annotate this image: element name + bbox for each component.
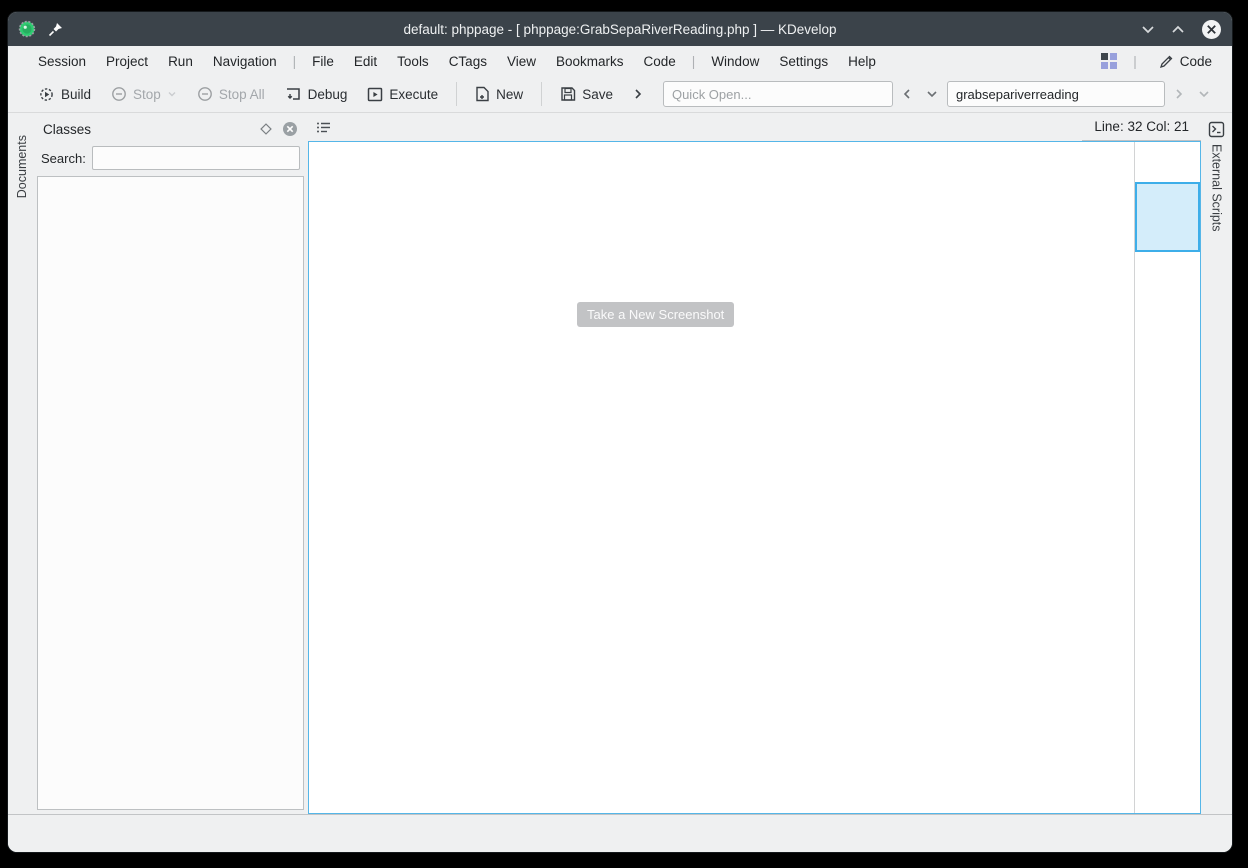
menu-items: SessionProjectRunNavigation|FileEditTool… [28, 50, 886, 73]
save-icon [560, 86, 576, 102]
search-input[interactable] [947, 81, 1165, 107]
chevron-down-icon [167, 91, 177, 98]
chevron-right-icon [633, 88, 643, 100]
quick-open-input[interactable] [663, 81, 893, 107]
toolbar-separator [456, 82, 457, 106]
menu-edit[interactable]: Edit [344, 50, 387, 73]
right-toolview-strip: External Scripts [1201, 113, 1232, 814]
kdevelop-window: default: phppage - [ phppage:GrabSepaRiv… [8, 12, 1232, 852]
search-options-left-button[interactable] [921, 86, 943, 102]
menu-session[interactable]: Session [28, 50, 96, 73]
external-scripts-icon[interactable] [1208, 121, 1225, 138]
kdevelop-logo-icon [18, 20, 36, 38]
classes-panel: Classes Search: [35, 113, 308, 814]
pencil-icon [1159, 54, 1174, 69]
area-code-label: Code [1180, 54, 1212, 69]
stop-icon [197, 86, 213, 102]
stop-all-button[interactable]: Stop All [189, 81, 273, 107]
toolbar-label: Debug [308, 87, 348, 102]
sidebar-tab-documents[interactable]: Documents [13, 127, 31, 206]
overflow-button[interactable] [625, 83, 651, 105]
menu-view[interactable]: View [497, 50, 546, 73]
stop-icon [111, 86, 127, 102]
titlebar[interactable]: default: phppage - [ phppage:GrabSepaRiv… [8, 12, 1232, 46]
search-next-button[interactable] [1169, 84, 1189, 104]
build-button[interactable]: Build [30, 81, 99, 108]
menu-ctags[interactable]: CTags [439, 50, 497, 73]
minimize-button[interactable] [1141, 25, 1155, 34]
toolbar-label: New [496, 87, 523, 102]
window-title: default: phppage - [ phppage:GrabSepaRiv… [238, 22, 1002, 37]
menubar-separator: | [287, 54, 303, 69]
toolbar-label: Stop [133, 87, 161, 102]
pin-icon[interactable] [48, 22, 63, 37]
search-prev-button[interactable] [897, 84, 917, 104]
classes-panel-title: Classes [43, 122, 250, 137]
toolbar-label: Save [582, 87, 613, 102]
toolbar: Build Stop Stop All Debug Execute New Save [8, 76, 1232, 113]
line-col-indicator: Line: 32 Col: 21 [1082, 113, 1201, 141]
area-code-button[interactable]: Code [1153, 51, 1218, 72]
editor-tabbar: Line: 32 Col: 21 [308, 113, 1201, 141]
menu-file[interactable]: File [302, 50, 344, 73]
execute-button[interactable]: Execute [359, 82, 446, 107]
execute-icon [367, 87, 383, 102]
external-scripts-tab[interactable]: External Scripts [1210, 144, 1224, 232]
desktop-background: default: phppage - [ phppage:GrabSepaRiv… [0, 0, 1248, 868]
classes-tree [37, 176, 304, 810]
new-icon [475, 86, 490, 102]
menu-settings[interactable]: Settings [769, 50, 838, 73]
search-label: Search: [41, 151, 86, 166]
panel-close-icon[interactable] [282, 121, 298, 137]
minimap[interactable] [1134, 142, 1200, 813]
toolbar-label: Execute [389, 87, 438, 102]
debug-button[interactable]: Debug [277, 81, 356, 107]
screenshot-ghost-tooltip: Take a New Screenshot [577, 302, 734, 327]
menubar-separator: | [1127, 54, 1143, 69]
save-button[interactable]: Save [552, 81, 621, 107]
toolbar-label: Stop All [219, 87, 265, 102]
menu-tools[interactable]: Tools [387, 50, 439, 73]
toolbar-separator [541, 82, 542, 106]
menu-project[interactable]: Project [96, 50, 158, 73]
code-lines [309, 142, 1134, 813]
menubar: SessionProjectRunNavigation|FileEditTool… [8, 46, 1232, 76]
new-button[interactable]: New [467, 81, 531, 107]
sidebar-tab-label: Documents [15, 135, 29, 198]
search-options-right-button[interactable] [1193, 86, 1215, 102]
stop-button[interactable]: Stop [103, 81, 185, 107]
menubar-separator: | [686, 54, 702, 69]
panel-float-icon[interactable] [260, 123, 272, 135]
menu-code[interactable]: Code [634, 50, 686, 73]
editor-view[interactable]: Take a New Screenshot [308, 141, 1201, 814]
classes-search-input[interactable] [92, 146, 300, 170]
menu-help[interactable]: Help [838, 50, 886, 73]
build-icon [38, 86, 55, 103]
left-toolview-strip: Documents [8, 113, 35, 814]
menu-navigation[interactable]: Navigation [203, 50, 287, 73]
area-switcher-grid-icon[interactable] [1101, 53, 1117, 69]
menu-bookmarks[interactable]: Bookmarks [546, 50, 634, 73]
editor-column: Line: 32 Col: 21 Take a New Screenshot [308, 113, 1201, 814]
toolbar-label: Build [61, 87, 91, 102]
bottom-toolview-bar [8, 814, 1232, 852]
menu-window[interactable]: Window [701, 50, 769, 73]
close-button[interactable] [1201, 19, 1222, 40]
debug-icon [285, 86, 302, 102]
document-list-icon[interactable] [308, 113, 338, 141]
main-area: Documents Classes [8, 113, 1232, 814]
minimap-viewport[interactable] [1135, 182, 1200, 252]
menu-run[interactable]: Run [158, 50, 203, 73]
maximize-button[interactable] [1171, 25, 1185, 34]
